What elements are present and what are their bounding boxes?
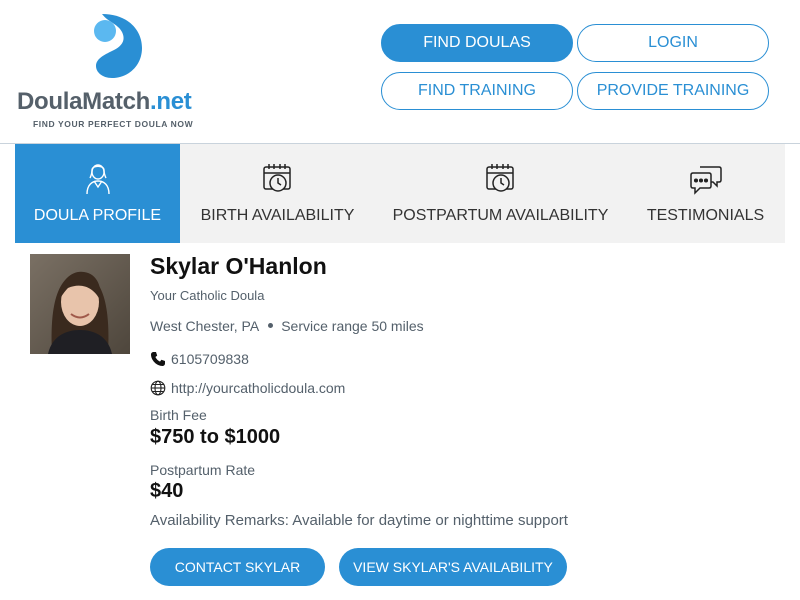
phone-row[interactable]: 6105709838 — [150, 351, 249, 367]
postpartum-rate-label: Postpartum Rate — [150, 462, 256, 478]
calendar-clock-icon — [262, 164, 291, 192]
tab-label: TESTIMONIALS — [646, 207, 765, 224]
tab-testimonials[interactable]: TESTIMONIALS — [626, 144, 785, 243]
tab-birth-availability[interactable]: BIRTH AVAILABILITY — [180, 144, 375, 243]
profile-tabs: DOULA PROFILE BIRTH AVAILABILITY POSTPAR… — [15, 144, 785, 243]
birth-fee-value: $750 to $1000 — [150, 426, 281, 448]
logo-wordmark: DoulaMatch.net — [17, 88, 192, 116]
tab-label: BIRTH AVAILABILITY — [200, 207, 355, 224]
globe-icon — [150, 380, 166, 396]
login-button[interactable]: LOGIN — [577, 24, 769, 62]
tab-label: DOULA PROFILE — [33, 207, 162, 224]
logo-mark-icon — [94, 14, 142, 78]
tab-label: POSTPARTUM AVAILABILITY — [392, 207, 609, 224]
doula-portrait-image — [30, 254, 130, 354]
find-doulas-button[interactable]: FIND DOULAS — [381, 24, 573, 62]
business-name: Your Catholic Doula — [150, 288, 265, 303]
logo-suffix: .net — [150, 88, 192, 115]
birth-fee-label: Birth Fee — [150, 407, 207, 423]
logo-tagline: FIND YOUR PERFECT DOULA NOW — [33, 119, 194, 129]
doula-photo — [30, 254, 130, 354]
availability-remarks: Availability Remarks: Available for dayt… — [150, 512, 568, 529]
doula-name: Skylar O'Hanlon — [150, 253, 327, 279]
phone-icon — [151, 352, 165, 366]
website-link[interactable]: http://yourcatholicdoula.com — [171, 380, 345, 396]
tab-doula-profile[interactable]: DOULA PROFILE — [15, 144, 180, 243]
tab-postpartum-availability[interactable]: POSTPARTUM AVAILABILITY — [375, 144, 626, 243]
site-header: DoulaMatch.net FIND YOUR PERFECT DOULA N… — [0, 0, 800, 144]
view-availability-button[interactable]: VIEW SKYLAR'S AVAILABILITY — [339, 548, 567, 586]
postpartum-rate-value: $40 — [150, 480, 184, 502]
doula-person-icon — [85, 164, 110, 195]
website-row[interactable]: http://yourcatholicdoula.com — [150, 380, 345, 396]
chat-bubbles-icon — [689, 166, 722, 195]
contact-button[interactable]: CONTACT SKYLAR — [150, 548, 325, 586]
find-training-button[interactable]: FIND TRAINING — [381, 72, 573, 110]
provide-training-button[interactable]: PROVIDE TRAINING — [577, 72, 769, 110]
phone-number[interactable]: 6105709838 — [171, 351, 249, 367]
location-text: West Chester, PA — [150, 318, 260, 334]
service-range-text: Service range 50 miles — [281, 318, 424, 334]
separator-dot — [268, 323, 274, 329]
calendar-clock-icon — [485, 164, 514, 192]
location-row: West Chester, PA Service range 50 miles — [150, 318, 424, 334]
logo-name: DoulaMatch — [17, 88, 151, 115]
